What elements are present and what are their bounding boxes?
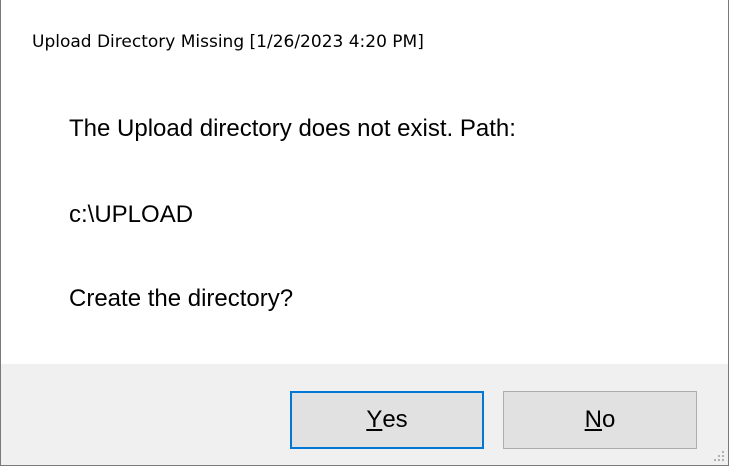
dialog-content: The Upload directory does not exist. Pat… (1, 86, 728, 364)
message-text-line: The Upload directory does not exist. Pat… (69, 115, 516, 142)
no-button-label: o (601, 406, 616, 433)
dialog-button-bar: Yes No (1, 364, 728, 465)
dialog-title: Upload Directory Missing [1/26/2023 4:20… (32, 32, 424, 52)
yes-button-mnemonic: Y (366, 406, 383, 433)
dialog-titlebar: Upload Directory Missing [1/26/2023 4:20… (1, 0, 728, 86)
yes-button[interactable]: Yes (290, 391, 484, 449)
yes-button-label: es (382, 406, 408, 433)
no-button-mnemonic: N (584, 406, 602, 433)
confirmation-question: Create the directory? (69, 285, 294, 312)
resize-grip-icon[interactable] (714, 451, 726, 463)
no-button[interactable]: No (503, 391, 697, 449)
directory-path-text: c:\UPLOAD (69, 201, 194, 228)
message-dialog: Upload Directory Missing [1/26/2023 4:20… (0, 0, 729, 466)
